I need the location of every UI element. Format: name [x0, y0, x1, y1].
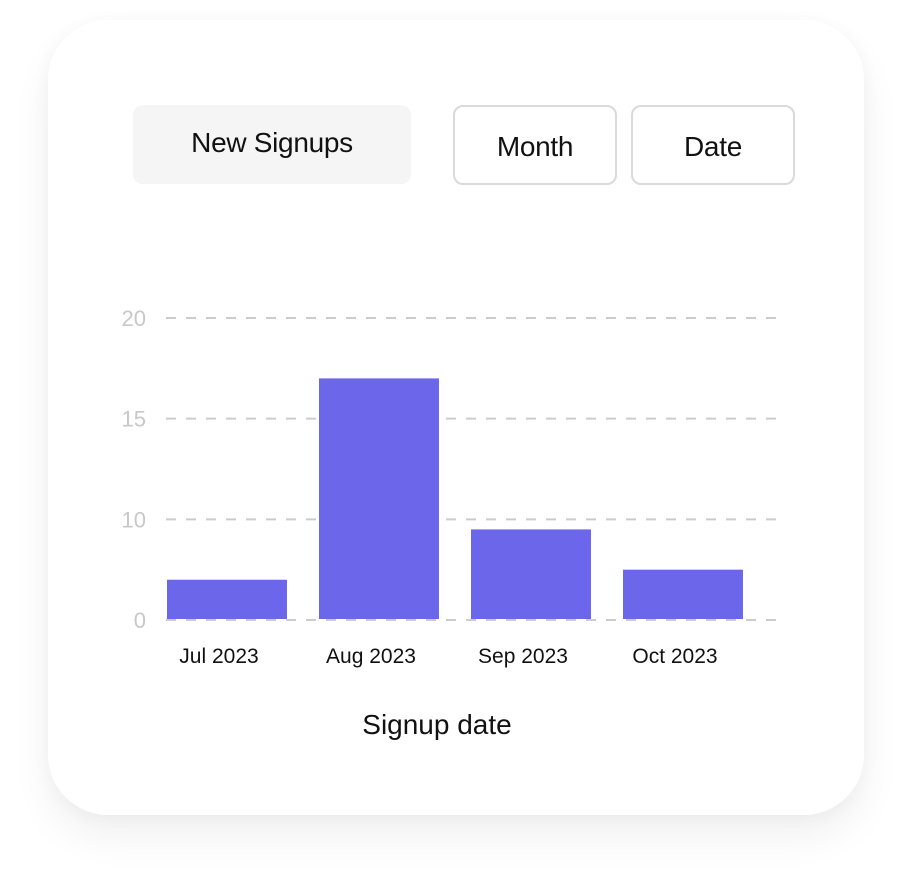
y-tick-label: 20: [122, 306, 146, 331]
y-tick-label: 15: [122, 407, 146, 432]
y-tick-label: 0: [134, 608, 146, 633]
x-axis-label: Signup date: [362, 709, 511, 740]
bar-chart: 0 10 15 20 Jul 2023 Aug 2023 Sep 2023 Oct 2023…: [122, 306, 776, 740]
bar[interactable]: [471, 529, 591, 619]
y-tick-label: 10: [122, 507, 146, 532]
x-tick-label: Aug 2023: [326, 645, 416, 668]
y-axis-ticks: 0 10 15 20: [122, 306, 146, 633]
bar[interactable]: [623, 569, 743, 619]
x-tick-label: Jul 2023: [179, 645, 258, 668]
bars: [167, 378, 743, 619]
x-axis-ticks: Jul 2023 Aug 2023 Sep 2023 Oct 2023: [179, 645, 717, 668]
bar[interactable]: [319, 378, 439, 619]
x-tick-label: Oct 2023: [632, 645, 717, 668]
x-tick-label: Sep 2023: [478, 645, 568, 668]
bar[interactable]: [167, 579, 287, 619]
